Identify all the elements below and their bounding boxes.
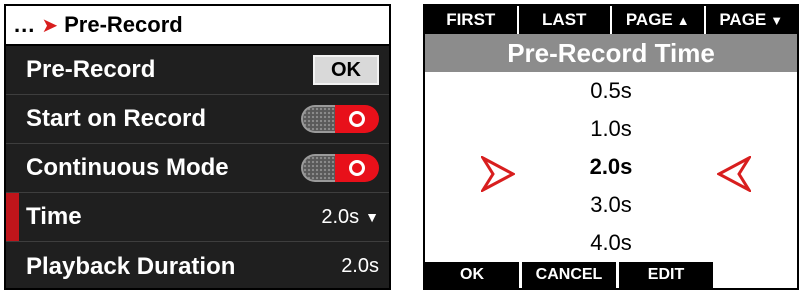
page-up-label: PAGE — [625, 10, 673, 29]
time-value: 2.0s — [321, 205, 360, 228]
toggle-off-segment — [301, 105, 335, 133]
first-label: FIRST — [446, 10, 496, 29]
row-label: Continuous Mode — [26, 154, 229, 181]
action-bar: OK CANCEL EDIT — [425, 262, 797, 288]
toggle-knob-icon — [349, 111, 365, 127]
last-label: LAST — [542, 10, 587, 29]
pre-record-time-picker: FIRST LAST PAGE ▲ PAGE ▼ Pre-Record Time… — [423, 4, 799, 290]
caret-down-icon: ▼ — [365, 209, 379, 225]
row-label: Pre-Record — [26, 56, 156, 83]
row-label: Time — [26, 203, 82, 230]
screen: ... ➤ Pre-Record Pre-Record OK Start on … — [0, 0, 802, 295]
last-button[interactable]: LAST — [519, 6, 612, 34]
option-4-0s[interactable]: 4.0s — [590, 224, 632, 262]
picker-title: Pre-Record Time — [425, 34, 797, 72]
toggle-knob-icon — [349, 160, 365, 176]
continuous-mode-toggle[interactable] — [301, 154, 379, 182]
page-nav-bar: FIRST LAST PAGE ▲ PAGE ▼ — [425, 6, 797, 34]
cancel-button[interactable]: CANCEL — [522, 262, 616, 288]
toggle-on-segment — [335, 154, 379, 182]
first-button[interactable]: FIRST — [425, 6, 519, 34]
pre-record-menu-panel: ... ➤ Pre-Record Pre-Record OK Start on … — [4, 4, 391, 290]
triangle-up-icon: ▲ — [676, 12, 690, 28]
toggle-off-segment — [301, 154, 335, 182]
selector-arrow-right-icon — [481, 156, 515, 192]
option-list-area: 0.5s 1.0s 2.0s 3.0s 4.0s — [425, 72, 797, 262]
triangle-down-icon: ▼ — [770, 12, 784, 28]
page-title: Pre-Record — [64, 12, 183, 37]
option-0-5s[interactable]: 0.5s — [590, 72, 632, 110]
selector-arrow-left-icon — [717, 156, 751, 192]
option-2-0s-selected[interactable]: 2.0s — [590, 148, 633, 186]
menu-row-continuous-mode[interactable]: Continuous Mode — [6, 144, 389, 193]
selection-indicator — [6, 193, 19, 241]
page-up-button[interactable]: PAGE ▲ — [612, 6, 706, 34]
playback-duration-value: 2.0s — [341, 255, 379, 277]
page-down-label: PAGE — [719, 10, 767, 29]
row-label: Start on Record — [26, 105, 207, 132]
option-1-0s[interactable]: 1.0s — [590, 110, 632, 148]
menu-row-time[interactable]: Time 2.0s ▼ — [6, 193, 389, 242]
menu-row-pre-record[interactable]: Pre-Record OK — [6, 46, 389, 95]
menu-row-start-on-record[interactable]: Start on Record — [6, 95, 389, 144]
page-down-button[interactable]: PAGE ▼ — [706, 6, 798, 34]
breadcrumb: ... ➤ Pre-Record — [6, 6, 389, 46]
option-3-0s[interactable]: 3.0s — [590, 186, 632, 224]
start-on-record-toggle[interactable] — [301, 105, 379, 133]
row-label: Playback Duration — [26, 252, 236, 280]
ok-button[interactable]: OK — [313, 55, 379, 85]
breadcrumb-back[interactable]: ... — [14, 12, 35, 38]
ok-button[interactable]: OK — [425, 262, 519, 288]
chevron-right-icon: ➤ — [41, 14, 59, 37]
menu-row-playback-duration[interactable]: Playback Duration 2.0s — [6, 242, 389, 288]
edit-button[interactable]: EDIT — [619, 262, 713, 288]
toggle-on-segment — [335, 105, 379, 133]
time-dropdown[interactable]: 2.0s ▼ — [321, 206, 379, 229]
